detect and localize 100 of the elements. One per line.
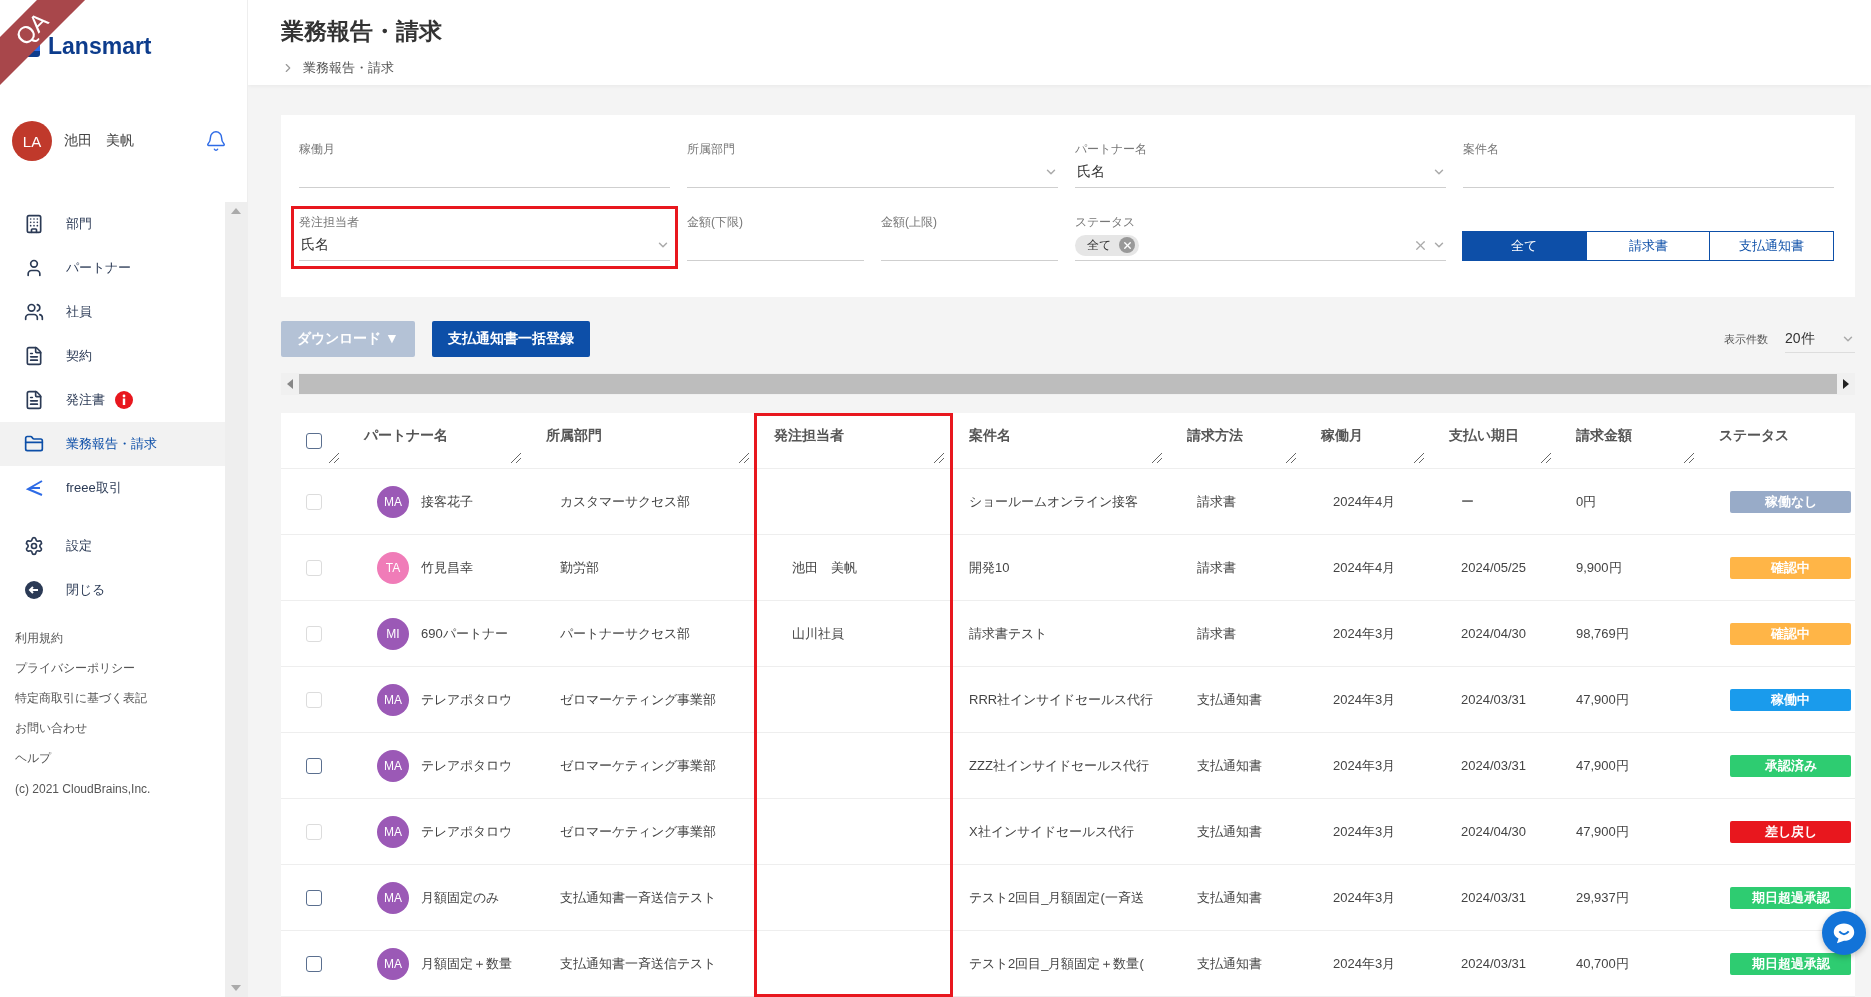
column-header[interactable]: 請求金額 xyxy=(1576,427,1632,443)
status-badge: 稼働なし xyxy=(1730,490,1851,513)
status-badge: 稼働中 xyxy=(1730,688,1851,711)
resize-handle-icon[interactable] xyxy=(738,452,750,464)
filter-segment-tab[interactable]: 全て xyxy=(1462,231,1587,261)
table-cell: 山川社員 xyxy=(792,624,844,643)
bulk-register-button[interactable]: 支払通知書一括登録 xyxy=(431,321,590,357)
column-header[interactable]: 発注担当者 xyxy=(774,427,844,443)
footer-link[interactable]: お問い合わせ xyxy=(15,720,225,737)
bird-icon xyxy=(24,478,44,498)
nav-item[interactable]: 設定 xyxy=(0,524,225,568)
table-cell: 2024年3月 xyxy=(1333,756,1396,775)
nav-item[interactable]: 契約 xyxy=(0,334,225,378)
nav-label: 設定 xyxy=(66,537,92,555)
footer-link[interactable]: 特定商取引に基づく表記 xyxy=(15,690,225,707)
table-cell: テスト2回目_月額固定＋数量( xyxy=(969,954,1144,973)
partner-avatar: MA xyxy=(377,815,409,848)
nav-item[interactable]: 業務報告・請求 xyxy=(0,422,225,466)
table-cell: 98,769円 xyxy=(1576,624,1629,643)
column-header[interactable]: 支払い期日 xyxy=(1449,427,1519,443)
column-header[interactable]: 所属部門 xyxy=(546,427,602,443)
footer-link[interactable]: ヘルプ xyxy=(15,750,225,767)
nav-label: 社員 xyxy=(66,303,92,321)
resize-handle-icon[interactable] xyxy=(1540,452,1552,464)
table-cell: 2024年3月 xyxy=(1333,822,1396,841)
filter-segment-tab[interactable]: 請求書 xyxy=(1585,231,1711,261)
user-name: 池田 美帆 xyxy=(64,132,135,150)
scroll-up-icon[interactable] xyxy=(231,208,241,214)
table-cell: 2024/03/31 xyxy=(1461,890,1527,905)
filter-segment-tab[interactable]: 支払通知書 xyxy=(1709,231,1834,261)
table-cell: ショールームオンライン接客 xyxy=(969,492,1138,511)
status-badge: 承認済み xyxy=(1730,754,1851,777)
breadcrumb-item[interactable]: 業務報告・請求 xyxy=(303,59,394,77)
table-cell: 47,900円 xyxy=(1576,822,1629,841)
chat-bubble-icon xyxy=(1832,922,1856,944)
column-header[interactable]: パートナー名 xyxy=(364,427,448,443)
tag-chip[interactable]: 全て xyxy=(1075,234,1139,256)
partner-avatar: MA xyxy=(377,683,409,716)
logo-text: Lansmart xyxy=(48,32,152,60)
table-cell: 2024年3月 xyxy=(1333,888,1396,907)
user-avatar: LA xyxy=(12,121,52,161)
row-checkbox[interactable] xyxy=(305,757,322,774)
column-header[interactable]: 稼働月 xyxy=(1321,427,1363,443)
field-label: 稼働月 xyxy=(299,141,335,157)
footer-link[interactable]: プライバシーポリシー xyxy=(15,660,225,677)
row-checkbox[interactable] xyxy=(305,955,322,972)
nav-item[interactable]: 部門 xyxy=(0,202,225,246)
status-badge: 期日超過承認 xyxy=(1730,886,1851,909)
remove-icon[interactable] xyxy=(1121,239,1133,251)
footer-link[interactable]: 利用規約 xyxy=(15,630,225,647)
nav-item[interactable]: パートナー xyxy=(0,246,225,290)
column-header[interactable]: 案件名 xyxy=(969,427,1011,443)
table-cell: テレアポタロウ xyxy=(421,690,512,709)
resize-handle-icon[interactable] xyxy=(1285,452,1297,464)
scroll-left-icon[interactable] xyxy=(287,379,293,389)
resize-handle-icon[interactable] xyxy=(1683,452,1695,464)
nav-item[interactable]: 発注書 xyxy=(0,378,225,422)
table-cell: RRR社インサイドセールス代行 xyxy=(969,690,1154,709)
partner-avatar: TA xyxy=(377,551,409,584)
bell-icon[interactable] xyxy=(205,130,227,152)
horizontal-scrollbar[interactable] xyxy=(281,373,1855,395)
select-field[interactable]: 氏名 xyxy=(299,230,670,261)
table-cell: X社インサイドセールス代行 xyxy=(969,822,1134,841)
multi-select-field[interactable]: 全て xyxy=(1075,230,1446,261)
table-cell: 2024/03/31 xyxy=(1461,956,1527,971)
status-badge: 確認中 xyxy=(1730,556,1851,579)
scroll-right-icon[interactable] xyxy=(1843,379,1849,389)
nav-item[interactable]: 閉じる xyxy=(0,568,225,612)
resize-handle-icon[interactable] xyxy=(328,452,340,464)
select-field[interactable]: 氏名 xyxy=(1075,157,1446,188)
table-cell: 月額固定のみ xyxy=(421,888,499,907)
scroll-down-icon[interactable] xyxy=(231,985,241,991)
document-icon xyxy=(24,346,44,366)
table-cell: ゼロマーケティング事業部 xyxy=(560,756,716,775)
copyright-text: (c) 2021 CloudBrains,Inc. xyxy=(15,782,152,796)
page-size-select[interactable]: 20件 xyxy=(1785,325,1855,353)
table-cell: ゼロマーケティング事業部 xyxy=(560,690,716,709)
page-title: 業務報告・請求 xyxy=(281,17,443,46)
select-all-checkbox[interactable] xyxy=(305,432,322,449)
resize-handle-icon[interactable] xyxy=(1151,452,1163,464)
partner-avatar: MA xyxy=(377,749,409,782)
resize-handle-icon[interactable] xyxy=(1413,452,1425,464)
resize-handle-icon[interactable] xyxy=(510,452,522,464)
nav-item[interactable]: 社員 xyxy=(0,290,225,334)
table-cell: 2024/03/31 xyxy=(1461,758,1527,773)
nav-item[interactable]: freee取引 xyxy=(0,466,225,510)
column-header[interactable]: 請求方法 xyxy=(1187,427,1243,443)
building-icon xyxy=(24,214,44,234)
nav-label: freee取引 xyxy=(66,479,122,497)
field-label: 金額(上限) xyxy=(881,214,937,230)
column-header[interactable]: ステータス xyxy=(1719,427,1789,443)
status-badge: 期日超過承認 xyxy=(1730,952,1851,975)
table-cell: ゼロマーケティング事業部 xyxy=(560,822,716,841)
scrollbar[interactable] xyxy=(225,202,247,997)
select-value: 氏名 xyxy=(300,236,329,254)
row-checkbox[interactable] xyxy=(305,889,322,906)
table-cell: 2024/05/25 xyxy=(1461,560,1527,575)
resize-handle-icon[interactable] xyxy=(933,452,945,464)
table-cell: 2024/04/30 xyxy=(1461,626,1527,641)
nav-label: 発注書 xyxy=(66,391,105,409)
